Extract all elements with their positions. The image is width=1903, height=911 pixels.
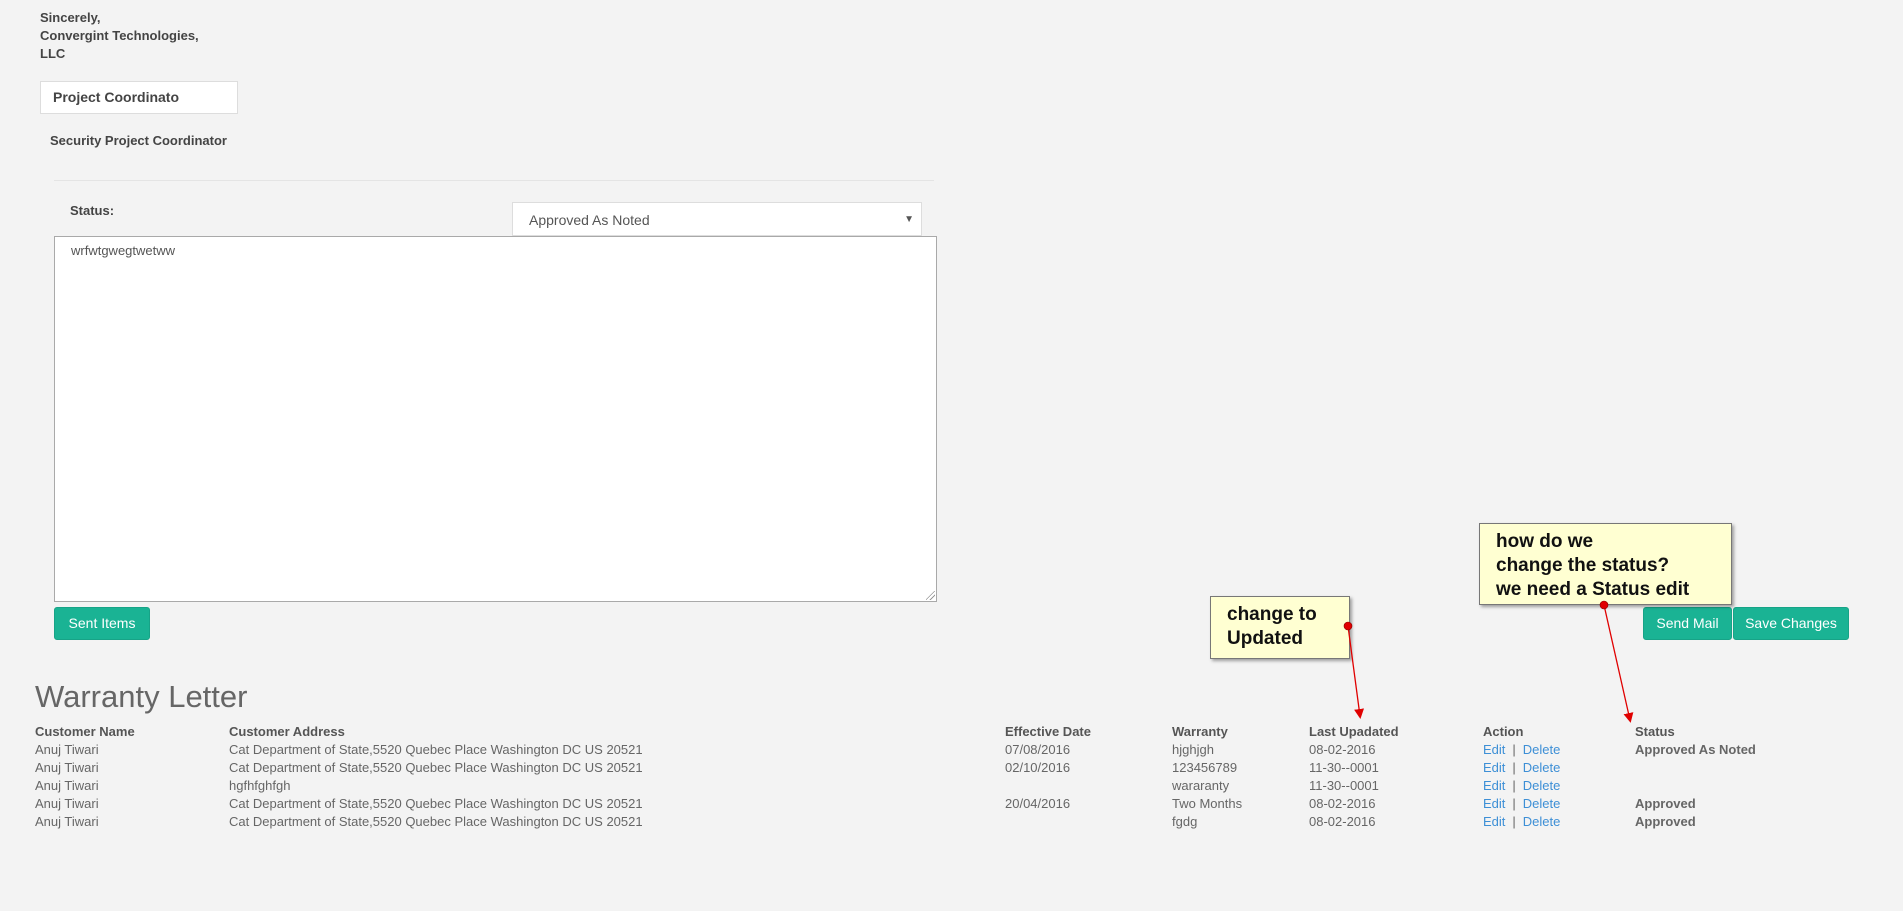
edit-link[interactable]: Edit [1483, 760, 1505, 775]
column-header-customer-name: Customer Name [35, 724, 135, 739]
delete-link[interactable]: Delete [1523, 742, 1561, 757]
action-cell: Edit | Delete [1483, 777, 1560, 795]
status-cell: Approved [1635, 796, 1696, 811]
action-cell: Edit | Delete [1483, 759, 1560, 777]
warranty-cell: hjghjgh [1172, 742, 1214, 757]
customer-address-cell: Cat Department of State,5520 Quebec Plac… [229, 814, 643, 829]
warranty-cell: fgdg [1172, 814, 1198, 829]
status-cell: Approved [1635, 814, 1696, 829]
annotation-arrow-dot [1343, 621, 1353, 631]
table-row: Anuj Tiwari Cat Department of State,5520… [35, 759, 1875, 777]
customer-address-cell: hgfhfghfgh [229, 778, 291, 793]
action-cell: Edit | Delete [1483, 813, 1560, 831]
last-updated-cell: 11-30--0001 [1309, 778, 1379, 793]
status-cell: Approved As Noted [1635, 742, 1756, 757]
table-row: Anuj Tiwari Cat Department of State,5520… [35, 795, 1875, 813]
customer-address-cell: Cat Department of State,5520 Quebec Plac… [229, 742, 643, 757]
column-header-warranty: Warranty [1172, 724, 1228, 739]
action-separator: | [1512, 742, 1516, 757]
delete-link[interactable]: Delete [1523, 778, 1561, 793]
customer-name-cell: Anuj Tiwari [35, 778, 99, 793]
customer-address-cell: Cat Department of State,5520 Quebec Plac… [229, 760, 643, 775]
delete-link[interactable]: Delete [1523, 760, 1561, 775]
warranty-cell: wararanty [1172, 778, 1230, 793]
annotation-arrow-dot [1599, 600, 1609, 610]
last-updated-cell: 08-02-2016 [1309, 814, 1376, 829]
table-row: Anuj Tiwari Cat Department of State,5520… [35, 741, 1875, 759]
action-cell: Edit | Delete [1483, 795, 1560, 813]
column-header-effective-date: Effective Date [1005, 724, 1091, 739]
action-separator: | [1512, 760, 1516, 775]
column-header-last-updated: Last Upadated [1309, 724, 1399, 739]
last-updated-cell: 11-30--0001 [1309, 760, 1379, 775]
warranty-cell: Two Months [1172, 796, 1243, 811]
action-separator: | [1512, 796, 1516, 811]
last-updated-cell: 08-02-2016 [1309, 742, 1376, 757]
delete-link[interactable]: Delete [1523, 814, 1561, 829]
column-header-status: Status [1635, 724, 1675, 739]
customer-name-cell: Anuj Tiwari [35, 796, 99, 811]
column-header-action: Action [1483, 724, 1524, 739]
edit-link[interactable]: Edit [1483, 742, 1505, 757]
action-cell: Edit | Delete [1483, 741, 1560, 759]
edit-link[interactable]: Edit [1483, 778, 1505, 793]
delete-link[interactable]: Delete [1523, 796, 1561, 811]
annotation-arrow [1347, 625, 1365, 719]
warranty-cell: 123456789 [1172, 760, 1238, 775]
effective-date-cell: 02/10/2016 [1005, 760, 1071, 775]
effective-date-cell: 07/08/2016 [1005, 742, 1071, 757]
column-header-customer-address: Customer Address [229, 724, 345, 739]
edit-link[interactable]: Edit [1483, 796, 1505, 811]
customer-name-cell: Anuj Tiwari [35, 814, 99, 829]
last-updated-cell: 08-02-2016 [1309, 796, 1376, 811]
table-row: Anuj Tiwari Cat Department of State,5520… [35, 813, 1875, 831]
action-separator: | [1512, 778, 1516, 793]
customer-name-cell: Anuj Tiwari [35, 760, 99, 775]
annotation-arrow [1603, 604, 1634, 723]
table-header-row: Customer Name Customer Address Effective… [35, 723, 1875, 741]
action-separator: | [1512, 814, 1516, 829]
warranty-letter-heading: Warranty Letter [35, 679, 248, 714]
customer-address-cell: Cat Department of State,5520 Quebec Plac… [229, 796, 643, 811]
table-row: Anuj Tiwari hgfhfghfgh wararanty 11-30--… [35, 777, 1875, 795]
edit-link[interactable]: Edit [1483, 814, 1505, 829]
warranty-table: Customer Name Customer Address Effective… [35, 723, 1875, 831]
effective-date-cell: 20/04/2016 [1005, 796, 1071, 811]
customer-name-cell: Anuj Tiwari [35, 742, 99, 757]
